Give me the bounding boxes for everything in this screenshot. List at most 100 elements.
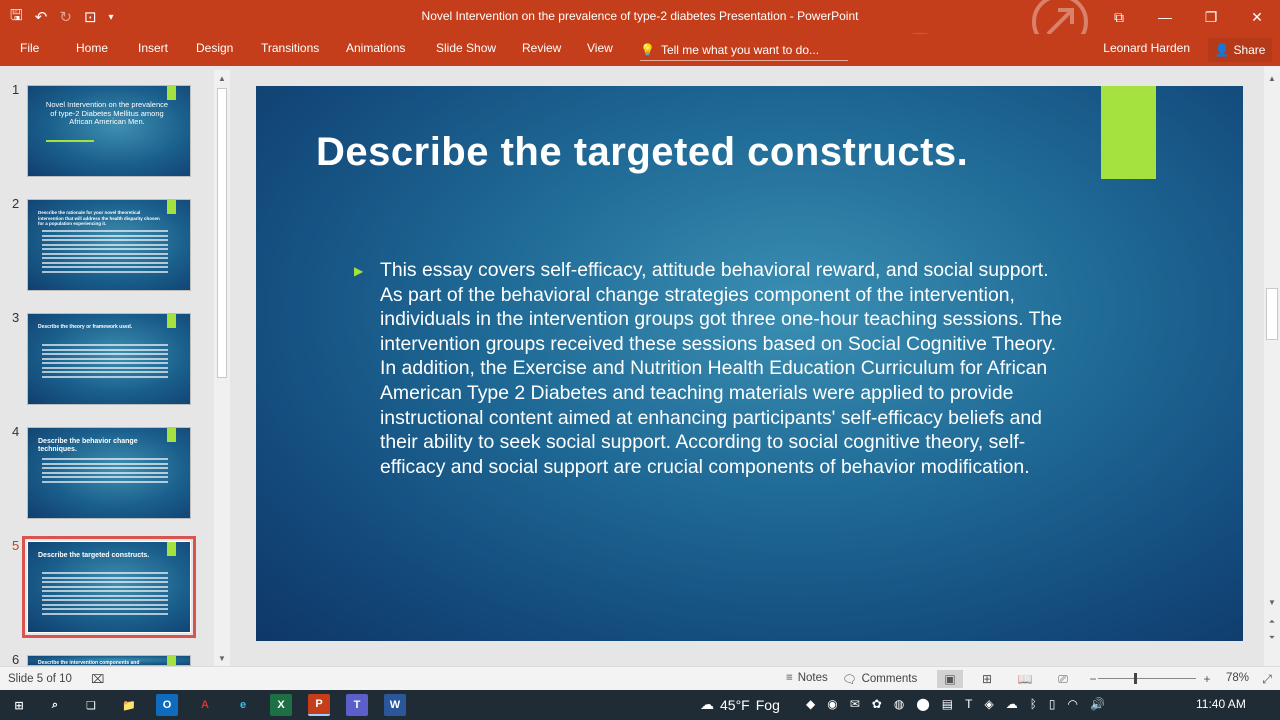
user-name[interactable]: Leonard Harden xyxy=(1103,41,1190,55)
volume-icon[interactable]: 🔊 xyxy=(1090,697,1105,711)
reading-view-icon[interactable]: 📖 xyxy=(1012,670,1038,688)
onedrive-icon[interactable]: ☁ xyxy=(1006,697,1018,711)
thumbnail-body xyxy=(42,344,168,380)
windows-taskbar: ⊞ ⌕ ❏ 📁 O A e X P T W ☁ 45°F Fog ◆ ◉ ✉ ✿… xyxy=(0,690,1280,720)
tab-insert[interactable]: Insert xyxy=(138,41,168,55)
tell-me-box[interactable]: 💡 Tell me what you want to do... xyxy=(640,39,848,61)
scroll-up-icon[interactable]: ▲ xyxy=(214,70,230,86)
scrollbar-thumb[interactable] xyxy=(217,88,227,378)
word-icon[interactable]: W xyxy=(384,694,406,716)
clock[interactable]: 11:40 AM xyxy=(1196,697,1246,711)
thumbnail-title: Describe the theory or framework used. xyxy=(38,324,133,330)
zoom-in-icon[interactable]: + xyxy=(1194,670,1220,688)
tab-review[interactable]: Review xyxy=(522,41,561,55)
slide-thumbnail-4[interactable]: Describe the behavior change techniques. xyxy=(27,427,191,519)
slide-show-icon[interactable]: ⎚ xyxy=(1050,670,1076,688)
thumbnail-accent xyxy=(167,200,176,214)
thumbnail-body xyxy=(42,572,168,617)
slide-body-text[interactable]: This essay covers self-efficacy, attitud… xyxy=(380,258,1070,479)
edge-icon[interactable]: e xyxy=(232,694,254,716)
tab-slide-show[interactable]: Slide Show xyxy=(436,41,496,55)
notes-button[interactable]: ≡ Notes xyxy=(786,672,828,684)
ribbon-display-options-icon[interactable]: ⧉ xyxy=(1096,0,1142,34)
slide-thumbnail-6[interactable]: Describe the intervention components and xyxy=(27,655,191,666)
tray-app-icon[interactable]: ◍ xyxy=(894,697,904,711)
minimize-button[interactable]: — xyxy=(1142,0,1188,34)
zoom-slider[interactable] xyxy=(1098,673,1196,684)
thumbnail-scrollbar[interactable]: ▲ ▼ xyxy=(214,70,230,666)
slide-thumbnail-3[interactable]: Describe the theory or framework used. xyxy=(27,313,191,405)
chrome-icon[interactable]: ◉ xyxy=(827,697,837,711)
tab-design[interactable]: Design xyxy=(196,41,233,55)
file-explorer-icon[interactable]: 📁 xyxy=(118,694,140,716)
normal-view-icon[interactable]: ▣ xyxy=(937,670,963,688)
slide-scrollbar[interactable]: ▲ ▼ ⏶ ⏷ xyxy=(1264,66,1280,666)
slide-thumbnail-2[interactable]: Describe the rationale for your novel th… xyxy=(27,199,191,291)
slide-accent-bar xyxy=(1101,86,1156,179)
zoom-out-icon[interactable]: − xyxy=(1080,670,1106,688)
scrollbar-thumb[interactable] xyxy=(1266,288,1278,340)
comments-button[interactable]: 🗨 Comments xyxy=(842,672,917,686)
slide-canvas[interactable]: Describe the targeted constructs. ▶ This… xyxy=(256,86,1243,641)
tray-app-icon[interactable]: ▤ xyxy=(942,697,953,711)
thumbnail-accent xyxy=(167,656,176,665)
scroll-down-icon[interactable]: ▼ xyxy=(1264,594,1280,610)
slide-title[interactable]: Describe the targeted constructs. xyxy=(316,130,968,175)
spellcheck-icon[interactable]: ⌧ xyxy=(91,672,104,686)
title-bar: 🖫 ↶ ↻ ⊡ ▾ Novel Intervention on the prev… xyxy=(0,0,1280,52)
bullet-arrow-icon: ▶ xyxy=(354,264,364,278)
bluetooth-icon[interactable]: ᛒ xyxy=(1030,697,1037,711)
lightbulb-icon: 💡 xyxy=(640,42,655,57)
slide-thumbnail-1[interactable]: Novel Intervention on the prevalence of … xyxy=(27,85,191,177)
task-view-icon[interactable]: ❏ xyxy=(80,694,102,716)
teams-icon[interactable]: T xyxy=(346,694,368,716)
search-icon[interactable]: ⌕ xyxy=(44,694,66,716)
thumbnail-title: Describe the rationale for your novel th… xyxy=(38,210,160,226)
scroll-up-icon[interactable]: ▲ xyxy=(1264,70,1280,86)
zoom-slider-knob[interactable] xyxy=(1134,673,1137,684)
thumbnail-accent xyxy=(167,86,176,100)
notes-label: Notes xyxy=(797,672,828,684)
slide-thumbnail-5[interactable]: Describe the targeted constructs. xyxy=(22,536,196,638)
powerpoint-icon[interactable]: P xyxy=(308,694,330,716)
previous-slide-icon[interactable]: ⏶ xyxy=(1264,614,1280,630)
tray-app-icon[interactable]: ◈ xyxy=(984,697,993,711)
weather-widget[interactable]: ☁ 45°F Fog xyxy=(700,696,780,713)
cloud-icon: ☁ xyxy=(700,696,714,712)
tab-home[interactable]: Home xyxy=(76,41,108,55)
excel-icon[interactable]: X xyxy=(270,694,292,716)
tab-animations[interactable]: Animations xyxy=(346,41,405,55)
outlook-icon[interactable]: O xyxy=(156,694,178,716)
thumbnail-accent xyxy=(167,428,176,442)
system-tray: ◆ ◉ ✉ ✿ ◍ ⬤ ▤ T ◈ ☁ ᛒ ▯ ◠ 🔊 xyxy=(806,697,1105,711)
weather-temperature: 45°F xyxy=(720,696,750,713)
fit-slide-icon[interactable]: ⤢ xyxy=(1254,670,1280,688)
slide-sorter-icon[interactable]: ⊞ xyxy=(974,670,1000,688)
comments-label: Comments xyxy=(861,673,918,685)
restore-button[interactable]: ❐ xyxy=(1188,0,1234,34)
thumbnail-subtitle xyxy=(46,140,94,142)
scroll-down-icon[interactable]: ▼ xyxy=(214,650,230,666)
close-button[interactable]: ✕ xyxy=(1234,0,1280,34)
teams-tray-icon[interactable]: T xyxy=(965,697,972,711)
windows-start-icon[interactable]: ⊞ xyxy=(8,694,30,716)
acrobat-icon[interactable]: A xyxy=(194,694,216,716)
next-slide-icon[interactable]: ⏷ xyxy=(1264,630,1280,646)
network-icon[interactable]: ▯ xyxy=(1049,697,1056,711)
mail-icon[interactable]: ✉ xyxy=(850,697,860,711)
thumbnail-title: Novel Intervention on the prevalence of … xyxy=(45,100,169,126)
tab-transitions[interactable]: Transitions xyxy=(261,41,319,55)
zoom-level[interactable]: 78% xyxy=(1226,672,1249,684)
ribbon-tabs: File Home Insert Design Transitions Anim… xyxy=(0,34,1280,66)
tray-app-icon[interactable]: ◆ xyxy=(806,697,815,711)
tell-me-text: Tell me what you want to do... xyxy=(660,42,820,57)
tab-view[interactable]: View xyxy=(587,41,613,55)
person-icon: 👤 xyxy=(1214,43,1230,57)
tray-app-icon[interactable]: ⬤ xyxy=(916,697,929,711)
thumbnail-accent xyxy=(167,314,176,328)
status-bar: Slide 5 of 10 ⌧ ≡ Notes 🗨 Comments ▣ ⊞ 📖… xyxy=(0,666,1280,690)
tab-file[interactable]: File xyxy=(20,41,39,55)
tray-app-icon[interactable]: ✿ xyxy=(872,697,882,711)
share-button[interactable]: 👤 Share xyxy=(1208,38,1272,62)
wifi-icon[interactable]: ◠ xyxy=(1068,697,1078,711)
